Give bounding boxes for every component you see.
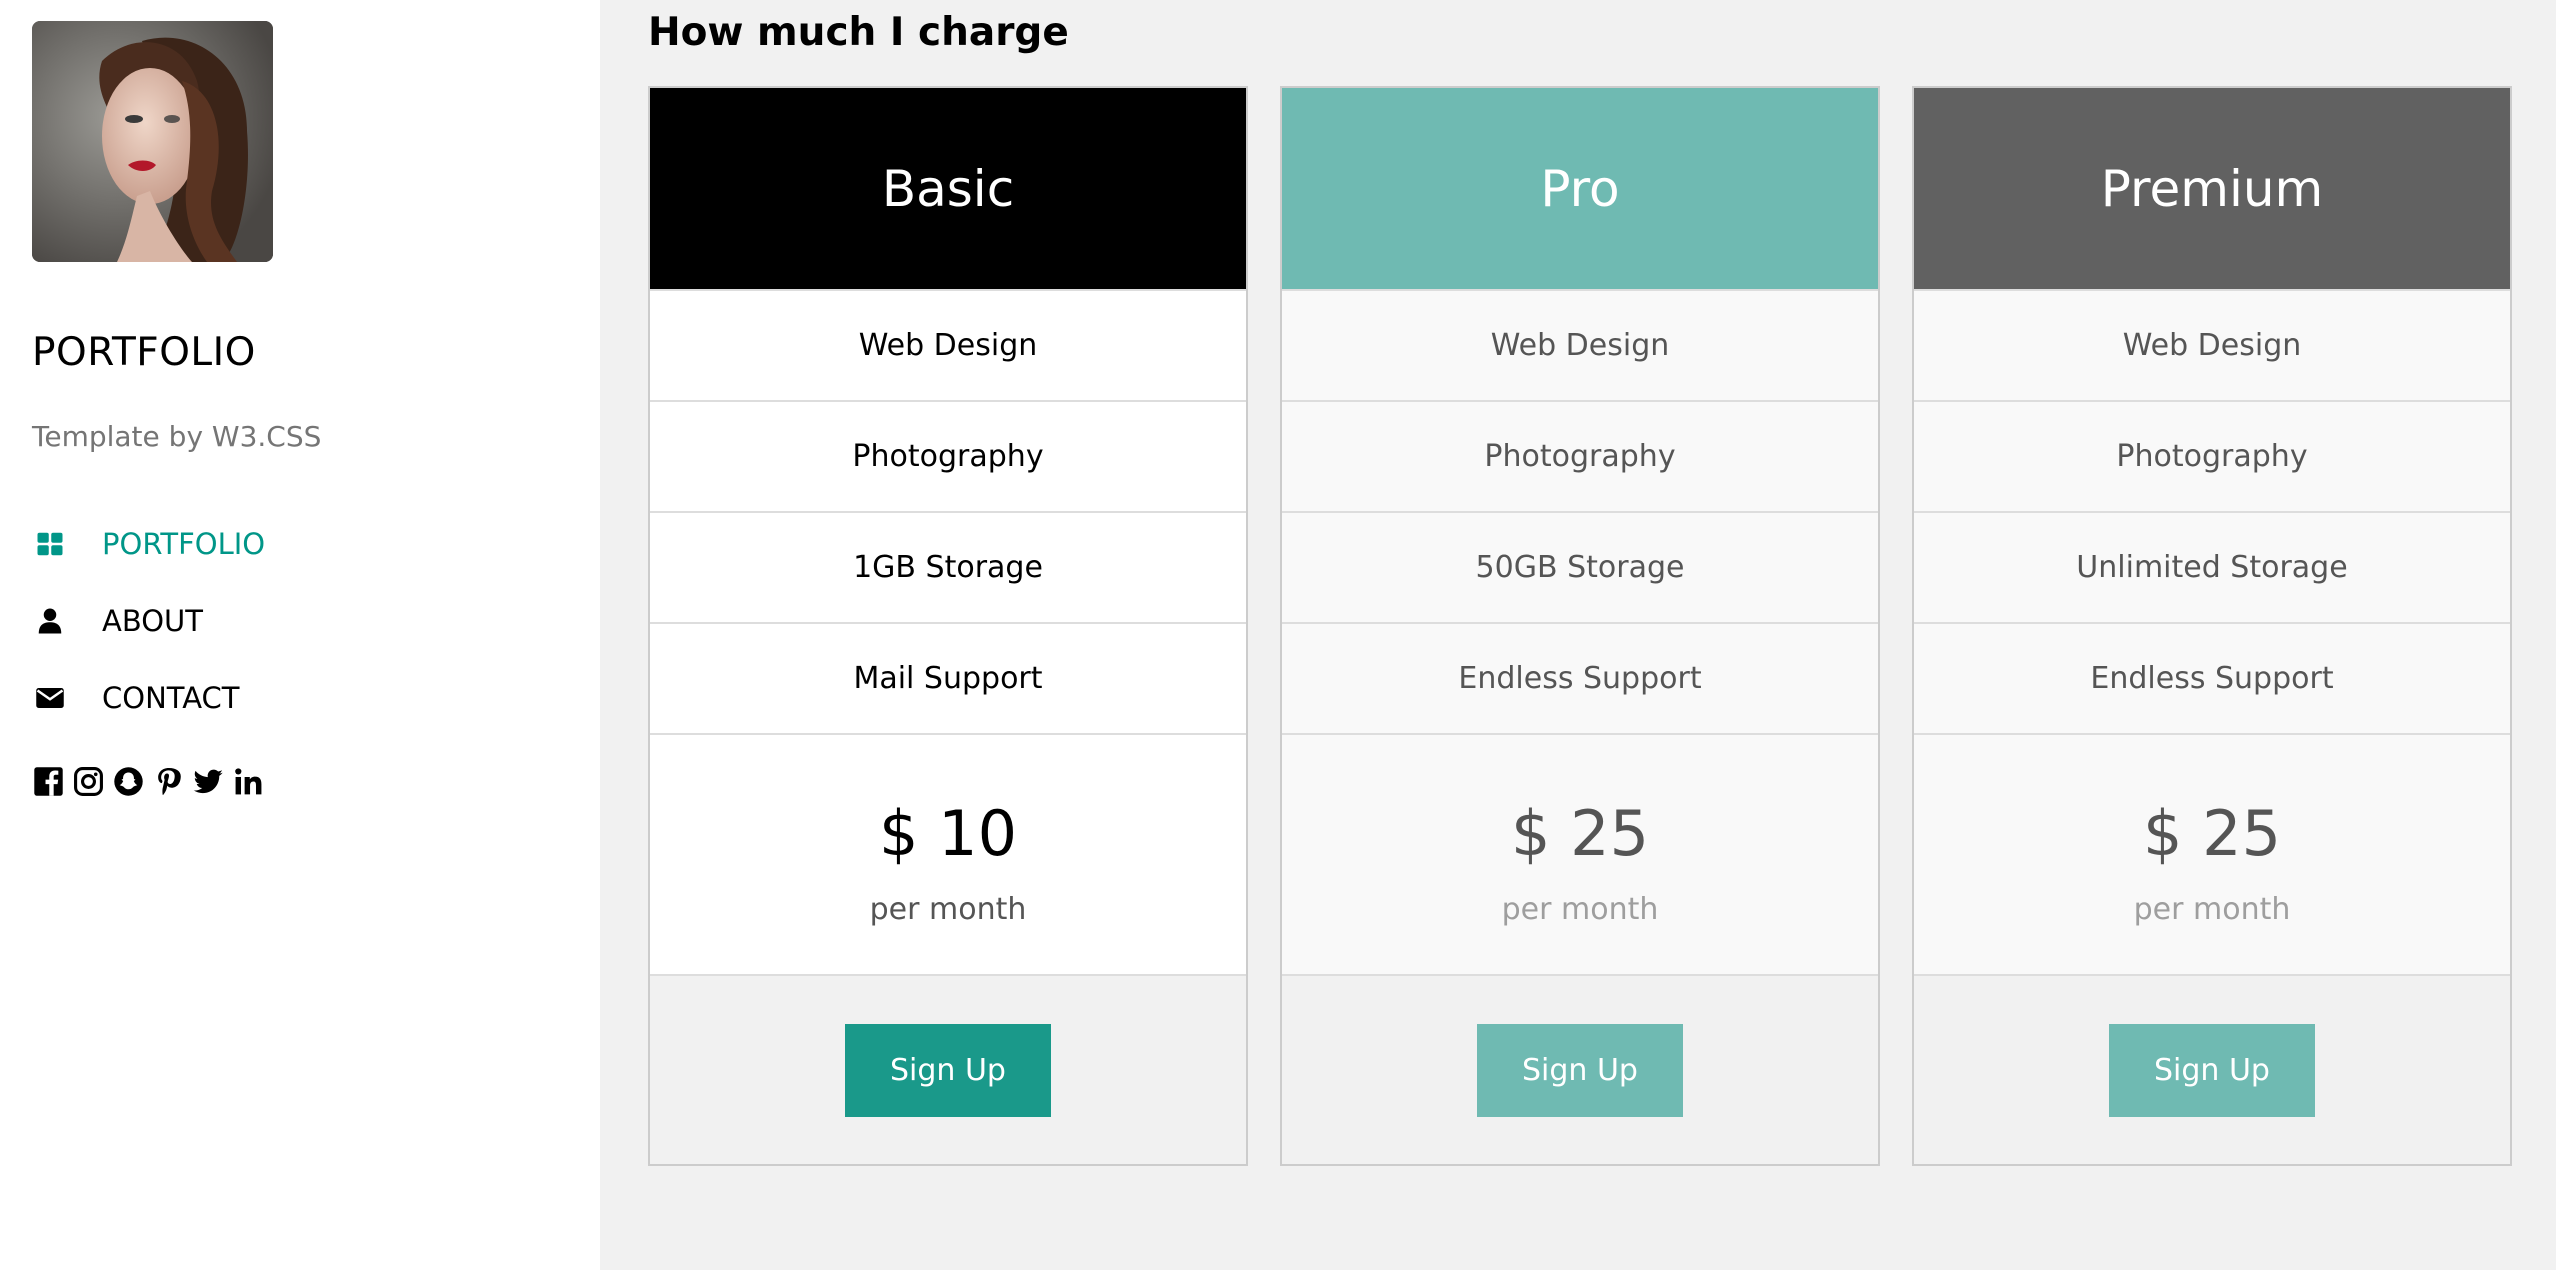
plan-feature: Photography [650, 400, 1246, 511]
sidebar-item-contact[interactable]: CONTACT [32, 659, 572, 736]
plan-price-box: $ 10 per month [650, 733, 1246, 973]
plan-card-pro: Pro Web Design Photography 50GB Storage … [1280, 86, 1880, 1166]
avatar [32, 21, 273, 262]
sign-up-button[interactable]: Sign Up [2109, 1023, 2315, 1117]
plan-price-box: $ 25 per month [1914, 733, 2510, 973]
page: PORTFOLIO Template by W3.CSS PORTFOLIO A… [0, 0, 2556, 1270]
plan-header: Basic [650, 88, 1246, 289]
sidebar: PORTFOLIO Template by W3.CSS PORTFOLIO A… [0, 0, 600, 1270]
sidebar-nav: PORTFOLIO ABOUT CONTACT [32, 505, 572, 736]
portrait-image [32, 21, 273, 262]
site-brand: PORTFOLIO [32, 330, 256, 375]
plan-price-box: $ 25 per month [1282, 733, 1878, 973]
plan-price: $ 10 [878, 797, 1018, 870]
plan-header: Premium [1914, 88, 2510, 289]
plan-footer: Sign Up [1914, 974, 2510, 1164]
plan-period: per month [2133, 892, 2291, 927]
plan-card-basic: Basic Web Design Photography 1GB Storage… [648, 86, 1248, 1166]
social-links [32, 764, 264, 798]
plan-feature: Photography [1914, 400, 2510, 511]
plan-feature: Endless Support [1914, 622, 2510, 733]
twitter-icon[interactable] [192, 764, 224, 798]
sidebar-item-label: PORTFOLIO [102, 526, 266, 561]
plan-feature: Photography [1282, 400, 1878, 511]
sign-up-button[interactable]: Sign Up [845, 1023, 1051, 1117]
sidebar-item-portfolio[interactable]: PORTFOLIO [32, 505, 572, 582]
plan-feature: Mail Support [650, 622, 1246, 733]
plan-price: $ 25 [1510, 797, 1650, 870]
pinterest-icon[interactable] [152, 764, 184, 798]
user-icon [32, 603, 68, 639]
plan-period: per month [869, 892, 1027, 927]
plan-feature: Web Design [1914, 289, 2510, 400]
plan-name: Pro [1540, 159, 1620, 218]
envelope-icon [32, 680, 68, 716]
plan-card-premium: Premium Web Design Photography Unlimited… [1912, 86, 2512, 1166]
section-title: How much I charge [648, 10, 1069, 55]
plan-feature: 1GB Storage [650, 511, 1246, 622]
plan-name: Basic [881, 159, 1015, 218]
plan-header: Pro [1282, 88, 1878, 289]
sign-up-button[interactable]: Sign Up [1477, 1023, 1683, 1117]
plan-feature: Web Design [1282, 289, 1878, 400]
plan-name: Premium [2100, 159, 2324, 218]
plan-feature: Unlimited Storage [1914, 511, 2510, 622]
site-tagline: Template by W3.CSS [32, 420, 322, 453]
snapchat-icon[interactable] [112, 764, 144, 798]
plan-footer: Sign Up [650, 974, 1246, 1164]
grid-icon [32, 526, 68, 562]
instagram-icon[interactable] [72, 764, 104, 798]
sidebar-item-about[interactable]: ABOUT [32, 582, 572, 659]
plan-footer: Sign Up [1282, 974, 1878, 1164]
plan-period: per month [1501, 892, 1659, 927]
plan-price: $ 25 [2142, 797, 2282, 870]
facebook-icon[interactable] [32, 764, 64, 798]
sidebar-item-label: CONTACT [102, 680, 240, 715]
plan-feature: Web Design [650, 289, 1246, 400]
plan-feature: 50GB Storage [1282, 511, 1878, 622]
sidebar-item-label: ABOUT [102, 603, 203, 638]
linkedin-icon[interactable] [232, 764, 264, 798]
plan-feature: Endless Support [1282, 622, 1878, 733]
